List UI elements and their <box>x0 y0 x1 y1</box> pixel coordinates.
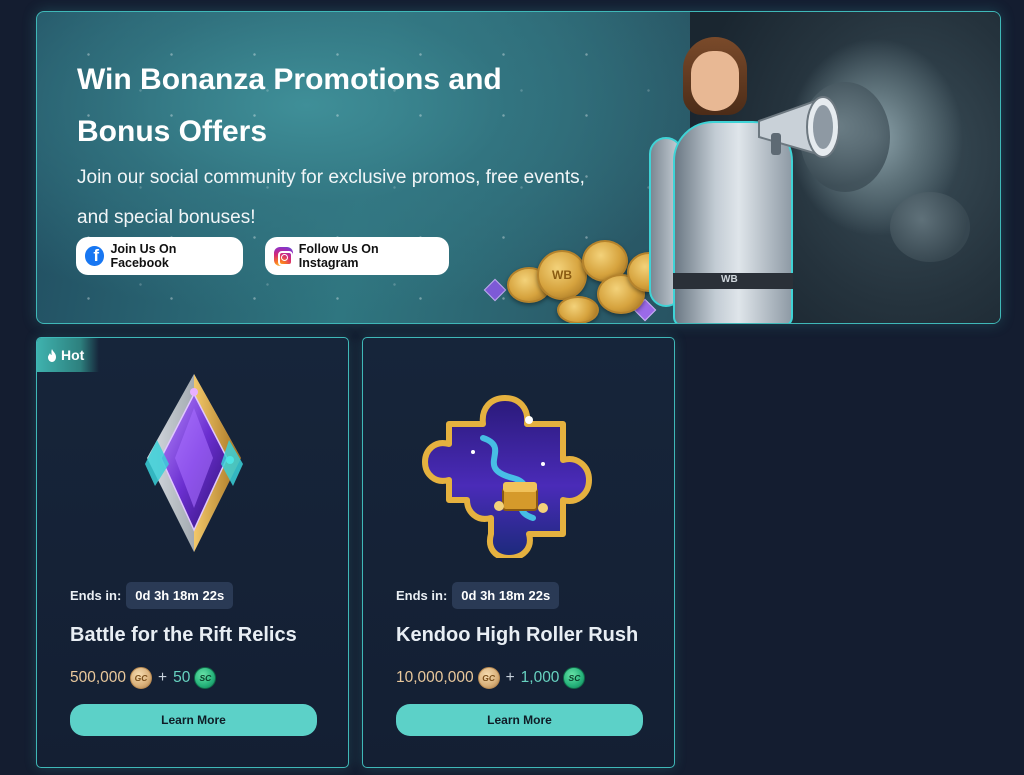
gold-coin-icon: GC <box>477 667 500 689</box>
gc-amount: 10,000,000 <box>396 669 474 686</box>
promotion-title: Kendoo High Roller Rush <box>396 624 639 646</box>
coin-icon <box>557 296 599 323</box>
plus-sign: + <box>505 669 515 686</box>
ends-in-row: Ends in: 0d 3h 18m 22s <box>396 582 560 609</box>
puzzle-piece-icon <box>422 395 592 558</box>
facebook-icon: f <box>85 246 105 266</box>
learn-more-button[interactable]: Learn More <box>396 704 643 736</box>
instagram-button-label: Follow Us On Instagram <box>298 242 379 270</box>
sc-amount: 50 <box>173 669 191 686</box>
gc-amount: 500,000 <box>70 669 127 686</box>
countdown-timer: 0d 3h 18m 22s <box>452 582 560 609</box>
hero-subtitle: Join our social community for exclusive … <box>77 167 585 228</box>
follow-instagram-button[interactable]: Follow Us On Instagram <box>265 237 449 275</box>
hot-badge-label: Hot <box>61 347 85 363</box>
learn-more-button[interactable]: Learn More <box>70 704 317 736</box>
ends-in-label: Ends in: <box>70 588 122 603</box>
coin-mark: WB <box>552 268 572 282</box>
gold-coin-icon: GC <box>130 667 153 689</box>
ends-in-row: Ends in: 0d 3h 18m 22s <box>70 582 234 609</box>
ends-in-label: Ends in: <box>396 588 448 603</box>
hero-title: Win Bonanza Promotions and Bonus Offers <box>77 63 502 148</box>
megaphone-icon <box>758 96 840 158</box>
sweeps-coin-icon: SC <box>563 667 586 689</box>
join-facebook-button[interactable]: f Join Us On Facebook <box>76 237 243 275</box>
facebook-button-label: Join Us On Facebook <box>110 242 177 270</box>
promotion-title: Battle for the Rift Relics <box>70 624 297 646</box>
crystal-gem-icon <box>145 374 243 552</box>
promotion-card: Hot Ends in: 0d 3h 18m 22s Battle for th… <box>36 337 349 768</box>
hot-badge: Hot <box>37 338 99 372</box>
astronaut-mascot-illustration: WB <box>649 37 877 323</box>
plus-sign: + <box>158 669 168 686</box>
sweeps-coin-icon: SC <box>194 667 217 689</box>
cave-boulder <box>890 192 970 262</box>
promotions-hero-banner: WB WB Win Bonanza Promotions and Bonus O… <box>36 11 1001 324</box>
reward-row: 10,000,000 GC + 1,000 SC <box>396 667 586 689</box>
mascot-belt: WB <box>673 273 793 289</box>
coin-icon: WB <box>537 250 587 300</box>
flame-icon <box>48 348 56 362</box>
reward-row: 500,000 GC + 50 SC <box>70 667 217 689</box>
promotion-card: Ends in: 0d 3h 18m 22s Kendoo High Rolle… <box>362 337 675 768</box>
mascot-face <box>691 51 739 111</box>
instagram-icon <box>274 246 293 266</box>
belt-mark: WB <box>721 274 738 285</box>
sc-amount: 1,000 <box>520 669 560 686</box>
countdown-timer: 0d 3h 18m 22s <box>126 582 234 609</box>
